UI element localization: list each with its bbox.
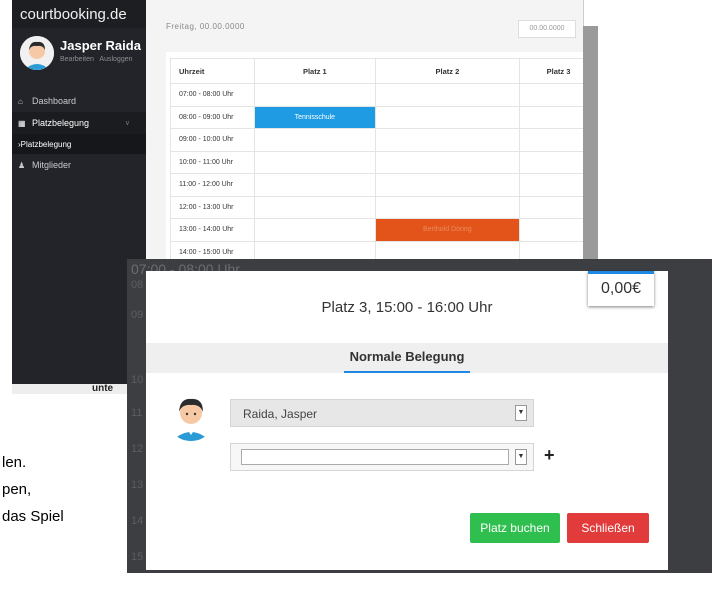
date-label: Freitag, 00.00.0000: [166, 22, 245, 31]
home-icon: ⌂: [18, 96, 23, 106]
logout-link[interactable]: Ausloggen: [99, 56, 132, 63]
table-row: 08:00 - 09:00 Uhr Tennisschule: [170, 105, 598, 129]
backdrop-time-label: 14: [131, 515, 144, 527]
slot-cell[interactable]: [374, 128, 521, 152]
calendar-icon: ▦: [18, 118, 26, 128]
slot-cell[interactable]: [374, 173, 521, 197]
close-button[interactable]: Schließen: [567, 513, 649, 543]
column-header-court-1: Platz 1: [254, 58, 376, 84]
time-cell: 11:00 - 12:00 Uhr: [170, 173, 255, 197]
table-row: 07:00 - 08:00 Uhr: [170, 83, 598, 107]
sidebar-item-label: Dashboard: [32, 96, 77, 106]
table-row: 13:00 - 14:00 Uhr Berthold Döring: [170, 218, 598, 242]
sidebar-item-dashboard[interactable]: ⌂ Dashboard: [12, 90, 146, 112]
edit-profile-link[interactable]: Bearbeiten: [60, 56, 94, 63]
sidebar-bottom-strip: unte: [12, 383, 146, 394]
avatar: [20, 36, 54, 70]
backdrop-time-label: 12: [131, 443, 144, 455]
time-cell: 07:00 - 08:00 Uhr: [170, 83, 255, 107]
slot-cell[interactable]: [374, 83, 521, 107]
time-cell: 12:00 - 13:00 Uhr: [170, 195, 255, 219]
schedule-card: Uhrzeit Platz 1 Platz 2 Platz 3 07:00 - …: [166, 52, 598, 264]
sidebar-item-platzbelegung[interactable]: ▦ Platzbelegung ∨: [12, 112, 146, 134]
backdrop-time-label: 10: [131, 374, 144, 386]
doc-text-line-1: len.: [2, 454, 27, 471]
add-player-button[interactable]: +: [544, 445, 555, 466]
scrollbar[interactable]: [583, 0, 598, 262]
table-row: 11:00 - 12:00 Uhr: [170, 173, 598, 197]
sidebar: courtbooking.de Jasper Raida Bearbeiten …: [12, 0, 146, 384]
sidebar-item-label: Platzbelegung: [32, 118, 90, 128]
slot-cell[interactable]: [254, 195, 376, 219]
date-select[interactable]: 00.00.0000: [518, 20, 576, 38]
price-badge: 0,00€: [588, 271, 654, 306]
modal-tabbar: Normale Belegung: [146, 343, 668, 373]
slot-cell[interactable]: [254, 128, 376, 152]
time-cell: 13:00 - 14:00 Uhr: [170, 218, 255, 242]
slot-cell[interactable]: [254, 173, 376, 197]
player-1-value: Raida, Jasper: [243, 407, 318, 421]
backdrop-time-label: 15: [131, 551, 144, 563]
backdrop-time-label: 11: [131, 407, 143, 419]
time-cell: 10:00 - 11:00 Uhr: [170, 150, 255, 174]
doc-text-line-2: pen,: [2, 481, 32, 498]
slot-cell[interactable]: [374, 195, 521, 219]
chevron-down-icon[interactable]: ▼: [515, 449, 527, 465]
table-header-row: Uhrzeit Platz 1 Platz 2 Platz 3: [170, 58, 598, 84]
slot-cell[interactable]: [254, 218, 376, 242]
chevron-down-icon: ∨: [124, 120, 130, 127]
sidebar-subitem-platzbelegung[interactable]: › Platzbelegung: [12, 134, 146, 154]
toolbar: Freitag, 00.00.0000 00.00.0000: [166, 18, 586, 42]
booking-event[interactable]: Berthold Döring: [374, 218, 521, 242]
tab-normale-belegung[interactable]: Normale Belegung: [344, 343, 470, 373]
time-cell: 08:00 - 09:00 Uhr: [170, 105, 255, 129]
table-row: 12:00 - 13:00 Uhr: [170, 195, 598, 219]
booking-modal: Platz 3, 15:00 - 16:00 Uhr 0,00€ Normale…: [146, 271, 668, 570]
table-row: 09:00 - 10:00 Uhr: [170, 128, 598, 152]
book-court-button[interactable]: Platz buchen: [470, 513, 560, 543]
user-name: Jasper Raida: [60, 38, 141, 53]
player-2-select[interactable]: ▼: [230, 443, 534, 471]
backdrop-time-label: 08: [131, 279, 144, 291]
brand-logo[interactable]: courtbooking.de: [12, 0, 146, 28]
backdrop-time-label: 13: [131, 479, 144, 491]
doc-text-line-3: das Spiel: [2, 508, 64, 525]
person-icon: ♟: [18, 160, 26, 170]
main-content: Freitag, 00.00.0000 00.00.0000 Uhrzeit P…: [146, 0, 598, 264]
slot-cell[interactable]: [374, 105, 521, 129]
time-cell: 09:00 - 10:00 Uhr: [170, 128, 255, 152]
table-row: 10:00 - 11:00 Uhr: [170, 150, 598, 174]
slot-cell[interactable]: [254, 83, 376, 107]
user-links: Bearbeiten Ausloggen: [60, 56, 137, 63]
bottom-text: unte: [92, 383, 114, 394]
backdrop-time-label: 09: [131, 309, 144, 321]
sidebar-item-label: Platzbelegung: [20, 139, 72, 149]
column-header-court-2: Platz 2: [374, 58, 521, 84]
user-panel: Jasper Raida Bearbeiten Ausloggen: [12, 28, 146, 84]
slot-cell[interactable]: [374, 150, 521, 174]
booking-event[interactable]: Tennisschule: [254, 105, 376, 129]
player-1-select[interactable]: Raida, Jasper ▼: [230, 399, 534, 427]
chevron-down-icon[interactable]: ▼: [515, 405, 527, 421]
column-header-time: Uhrzeit: [170, 58, 255, 84]
player-2-input[interactable]: [241, 449, 509, 465]
sidebar-item-label: Mitglieder: [32, 160, 72, 170]
avatar: [166, 391, 216, 441]
slot-cell[interactable]: [254, 150, 376, 174]
sidebar-item-mitglieder[interactable]: ♟ Mitglieder: [12, 154, 146, 176]
scrollbar-top: [583, 0, 599, 26]
schedule-table: Uhrzeit Platz 1 Platz 2 Platz 3 07:00 - …: [170, 58, 598, 264]
